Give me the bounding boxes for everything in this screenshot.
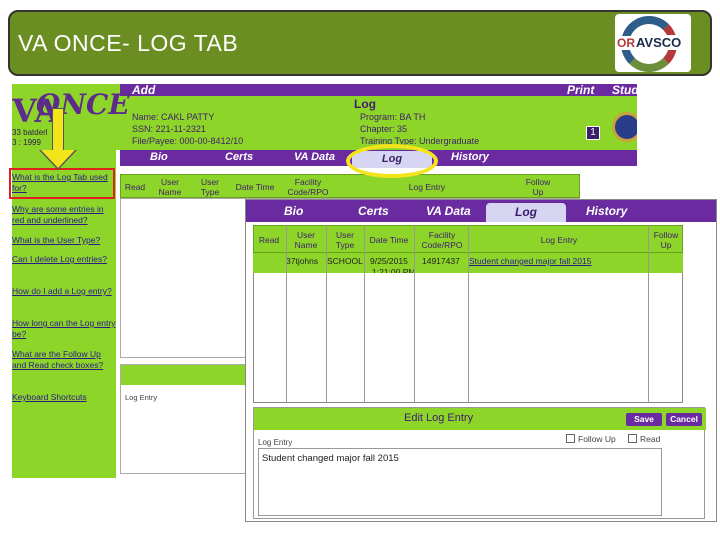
row-user-type: SCHOOL (327, 256, 363, 266)
front-tab-bio[interactable]: Bio (284, 204, 303, 218)
student-info: Name: CAKL PATTY SSN: 221-11-2321 File/P… (132, 111, 243, 147)
row-facility: 14917437 (422, 256, 460, 266)
va-seal-icon (612, 112, 637, 142)
back-edit-bar (121, 365, 261, 385)
col-read: Read (124, 182, 146, 192)
col-log-entry: Log Entry (408, 182, 446, 192)
col-divider (648, 225, 649, 403)
log-entry-label: Log Entry (258, 438, 293, 447)
help-sidebar (12, 150, 116, 478)
log-entry-textarea[interactable]: Student changed major fall 2015 (258, 448, 662, 516)
back-log-entry-label: Log Entry (125, 393, 158, 402)
help-link-checkboxes[interactable]: What are the Follow Up and Read check bo… (12, 349, 116, 371)
help-link-add[interactable]: How do I add a Log entry? (12, 286, 116, 297)
logo-avsco-text: AVSCO (635, 35, 683, 50)
back-edit-panel: Log Entry (120, 364, 261, 474)
brand-sub-line-1: 33 batderl (12, 128, 48, 137)
read-label: Read (640, 434, 661, 444)
col-divider (326, 225, 327, 403)
col-user-name: User Name (158, 177, 182, 197)
print-link[interactable]: Print (567, 84, 594, 97)
student-chapter: Chapter: 35 (360, 124, 408, 134)
va-once-logo: ONCE (36, 88, 130, 121)
front-col-facility: Facility Code/RPO (421, 230, 463, 250)
cancel-button[interactable]: Cancel (666, 413, 702, 426)
front-col-read: Read (258, 235, 280, 245)
help-link-delete[interactable]: Can I delete Log entries? (12, 254, 116, 265)
page-badge[interactable]: 1 (586, 126, 600, 140)
front-tab-bar (246, 200, 716, 222)
section-title: Log (354, 97, 376, 111)
col-date-time: Date Time (235, 182, 275, 192)
front-tab-history[interactable]: History (586, 204, 627, 218)
help-link-length[interactable]: How long can the Log entry be? (12, 318, 116, 340)
col-divider (364, 225, 365, 403)
follow-up-checkbox[interactable] (566, 434, 575, 443)
add-link[interactable]: Add (132, 84, 155, 97)
tab-history[interactable]: History (451, 151, 489, 163)
col-divider (468, 225, 469, 403)
slide-title: VA ONCE- LOG TAB (18, 30, 239, 56)
front-col-follow-up: Follow Up (653, 230, 679, 250)
front-col-user-type: User Type (335, 230, 355, 250)
front-tab-va-data[interactable]: VA Data (426, 204, 471, 218)
save-button[interactable]: Save (626, 413, 662, 426)
front-tab-certs[interactable]: Certs (358, 204, 389, 218)
log-entry-text: Student changed major fall 2015 (262, 453, 399, 464)
front-tab-log[interactable]: Log (486, 203, 566, 222)
follow-up-label: Follow Up (578, 434, 616, 444)
front-col-log-entry: Log Entry (540, 235, 578, 245)
student-file-payee: File/Payee: 000-00-8412/10 (132, 136, 244, 146)
program-info: Program: BA TH Chapter: 35 Training Type… (360, 111, 479, 147)
va-top-menu-bar (120, 84, 637, 96)
help-link-user-type[interactable]: What is the User Type? (12, 235, 116, 246)
col-follow-up: Follow Up (525, 177, 551, 197)
tab-bio[interactable]: Bio (150, 151, 168, 163)
row-user-name: 37tjohns (286, 256, 319, 266)
row-log-entry[interactable]: Student changed major fall 2015 (469, 256, 591, 266)
help-link-shortcuts[interactable]: Keyboard Shortcuts (12, 392, 116, 403)
highlight-box (9, 168, 115, 199)
highlight-ellipse (346, 144, 438, 178)
student-name: Name: CAKL PATTY (132, 112, 215, 122)
help-link-red-entries[interactable]: Why are some entries in red and underlin… (12, 204, 116, 226)
tab-va-data[interactable]: VA Data (294, 151, 335, 163)
edit-panel-title: Edit Log Entry (404, 412, 474, 424)
col-divider (286, 225, 287, 403)
front-col-user-name: User Name (294, 230, 318, 250)
col-divider (414, 225, 415, 403)
front-col-date-time: Date Time (369, 235, 409, 245)
brand-sub-line-2: 3 : 1999 (12, 138, 41, 147)
arrow-shaft (52, 108, 64, 152)
logo-or-text: OR (617, 36, 635, 50)
edit-log-entry-panel: Edit Log Entry Save Cancel Log Entry Fol… (253, 407, 706, 519)
back-grid-header (120, 174, 580, 198)
row-date: 9/25/2015 (370, 256, 408, 266)
col-user-type: User Type (200, 177, 220, 197)
avsco-logo: OR AVSCO (615, 14, 691, 72)
student-ssn: SSN: 221-11-2321 (132, 124, 206, 134)
student-program: Program: BA TH (360, 112, 426, 122)
arrow-down-icon (41, 150, 75, 168)
read-checkbox[interactable] (628, 434, 637, 443)
tab-certs[interactable]: Certs (225, 151, 253, 163)
student-link[interactable]: Stud (612, 84, 637, 97)
front-screenshot: Bio Certs VA Data Log History Read User … (245, 199, 717, 522)
col-facility: Facility Code/RPO (287, 177, 329, 197)
va-logo-sub: 33 batderl 3 : 1999 (12, 128, 48, 148)
